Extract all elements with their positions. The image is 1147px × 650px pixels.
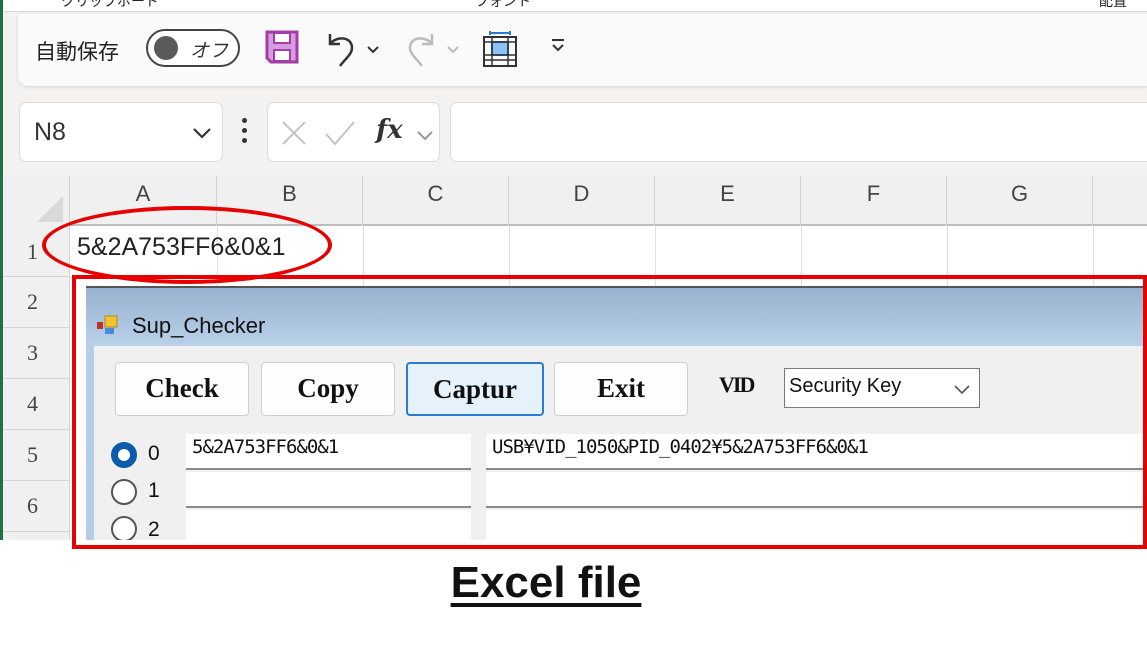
formula-input[interactable] (450, 102, 1147, 162)
row-header-5[interactable]: 5 (3, 430, 70, 481)
ribbon-group-label: 配置 (1099, 0, 1127, 10)
autosave-toggle[interactable]: オフ (146, 29, 240, 67)
row-headers: 1 2 3 4 5 6 (3, 226, 70, 540)
caption: Excel file (450, 558, 642, 607)
column-header-f[interactable]: F (801, 176, 947, 226)
name-box-value: N8 (34, 118, 66, 146)
row-header-2[interactable]: 2 (3, 277, 70, 328)
chevron-down-icon[interactable] (192, 125, 212, 144)
more-options-icon[interactable] (242, 118, 247, 144)
ribbon-group-label: クリップボード (61, 0, 159, 10)
select-all-button[interactable] (3, 176, 70, 226)
customize-toolbar-icon[interactable] (550, 38, 566, 58)
name-box[interactable]: N8 (19, 102, 223, 162)
highlight-rectangle (72, 275, 1147, 549)
insert-function-button[interactable]: fx (376, 115, 403, 145)
formula-controls: fx (267, 102, 440, 162)
toggle-knob (154, 36, 178, 60)
ribbon-group-label: フォント (475, 0, 531, 10)
chevron-down-icon[interactable] (416, 127, 434, 146)
enter-check-icon[interactable] (324, 119, 356, 151)
autosave-toggle-text: オフ (190, 40, 229, 62)
quick-access-toolbar: 自動保存 オフ (18, 14, 1147, 86)
undo-dropdown-icon[interactable] (366, 40, 380, 59)
autosave-label: 自動保存 (35, 40, 119, 64)
redo-icon[interactable] (404, 30, 438, 72)
row-header-6[interactable]: 6 (3, 481, 70, 532)
cancel-icon[interactable] (280, 119, 308, 151)
undo-icon[interactable] (324, 30, 358, 72)
column-header-c[interactable]: C (363, 176, 509, 226)
column-header-d[interactable]: D (509, 176, 655, 226)
column-header-g[interactable]: G (947, 176, 1093, 226)
column-header-e[interactable]: E (655, 176, 801, 226)
highlight-ellipse (42, 206, 332, 284)
ribbon-group-labels: クリップボード フォント 配置 (3, 0, 1147, 12)
row-header-4[interactable]: 4 (3, 379, 70, 430)
save-icon[interactable] (265, 30, 299, 68)
freeze-panes-icon[interactable] (482, 30, 518, 72)
redo-dropdown-icon[interactable] (446, 40, 460, 59)
row-header-3[interactable]: 3 (3, 328, 70, 379)
